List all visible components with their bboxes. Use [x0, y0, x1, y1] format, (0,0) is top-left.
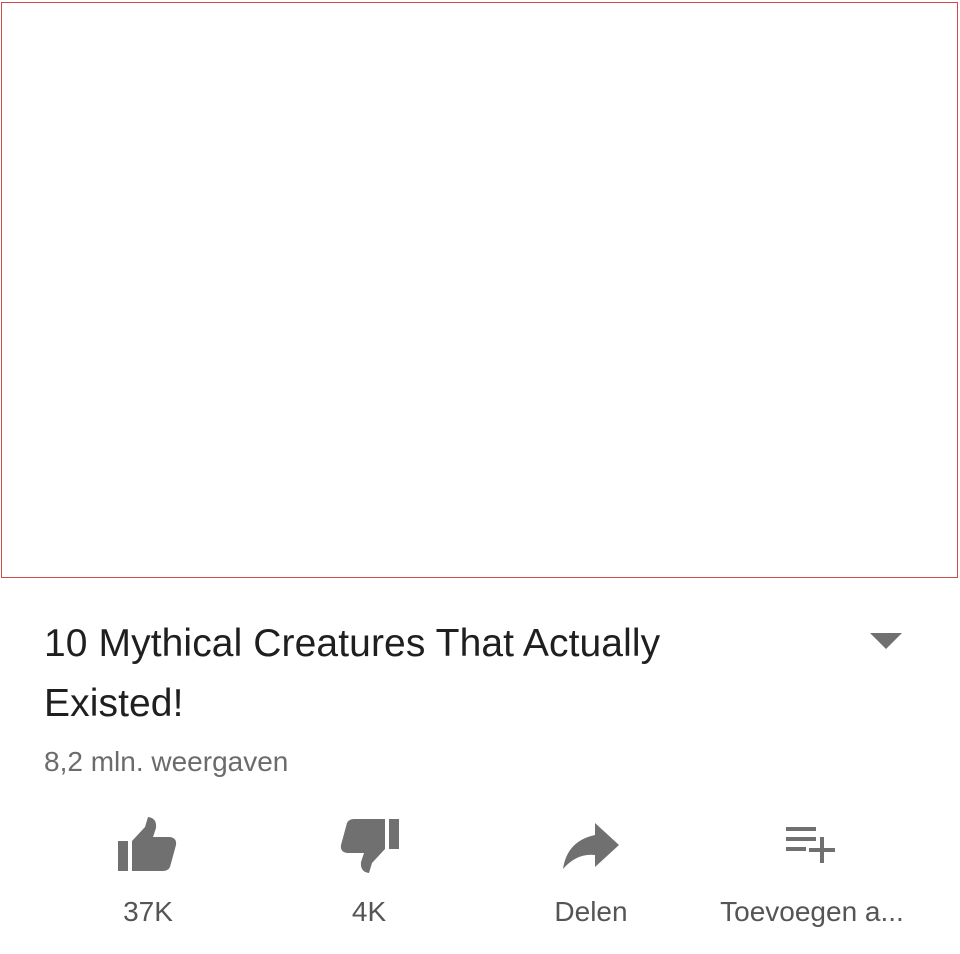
like-button[interactable]: 37K [38, 810, 258, 930]
like-count: 37K [123, 896, 173, 927]
playlist-add-icon [786, 827, 835, 863]
thumbs-up-icon [118, 817, 177, 871]
add-to-label: Toevoegen a... [720, 896, 904, 927]
video-info-panel: 10 Mythical Creatures That Actually Exis… [0, 578, 960, 954]
share-button[interactable]: Delen [481, 810, 701, 930]
thumbs-down-icon [340, 819, 399, 873]
dislike-button[interactable]: 4K [259, 810, 479, 930]
view-count: 8,2 mln. weergaven [44, 746, 289, 777]
dislike-count: 4K [351, 896, 387, 927]
share-label: Delen [554, 896, 628, 927]
video-title: 10 Mythical Creatures That Actually Exis… [44, 622, 661, 725]
share-arrow-icon [563, 823, 619, 869]
caret-down-icon [870, 633, 902, 649]
video-player[interactable] [1, 2, 958, 578]
expand-description-button[interactable] [858, 626, 914, 656]
action-bar: 37K 4K Delen Toevoegen a... [0, 810, 960, 930]
add-to-playlist-button[interactable]: Toevoegen a... [702, 810, 922, 930]
